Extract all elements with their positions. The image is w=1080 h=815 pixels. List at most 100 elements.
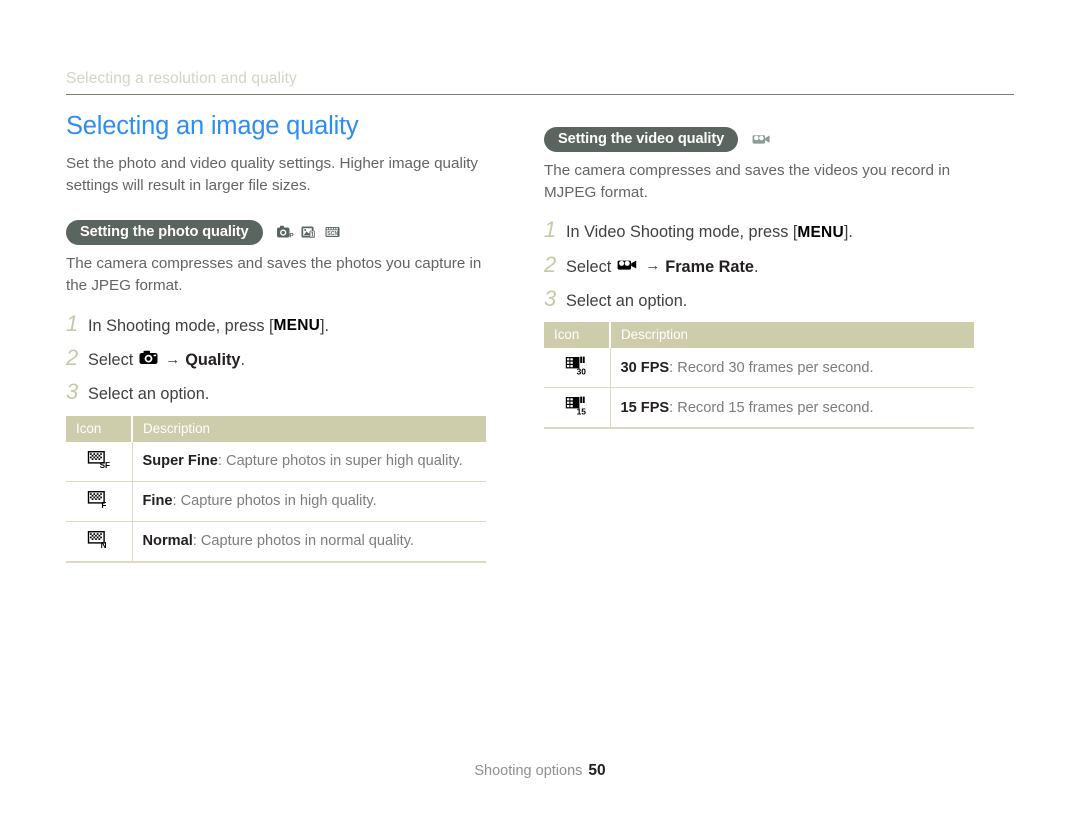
- photo-step-1: 1 In Shooting mode, press [MENU].: [66, 310, 486, 336]
- option-desc: : Capture photos in super high quality.: [217, 453, 463, 470]
- video-camera-icon: [617, 257, 638, 277]
- video-step-3: 3 Select an option.: [544, 285, 974, 311]
- step-number: 1: [66, 310, 79, 336]
- step-number: 3: [544, 285, 557, 311]
- photo-step-2: 2 Select → Quality.: [66, 344, 486, 370]
- step-text: Select → Frame Rate.: [566, 257, 758, 277]
- photo-super-fine-icon: SF: [66, 441, 133, 482]
- step-prefix: Select: [88, 350, 134, 369]
- table-row: 15 15 FPS: Record 15 frames per second.: [544, 387, 974, 430]
- option-desc: : Capture photos in normal quality.: [192, 533, 414, 550]
- photo-normal-icon: N: [66, 521, 133, 563]
- intro-paragraph: Set the photo and video quality settings…: [66, 155, 479, 194]
- video-step-2: 2 Select → Frame Rate.: [544, 251, 974, 277]
- step-text: Select an option.: [88, 384, 209, 404]
- page-title: Selecting an image quality: [66, 112, 359, 140]
- svg-text:SCN: SCN: [327, 231, 338, 237]
- breadcrumb-text: Selecting a resolution and quality: [66, 70, 297, 87]
- photo-mode-icons: P 1 SCN: [276, 225, 342, 240]
- breadcrumb: Selecting a resolution and quality: [66, 70, 1014, 95]
- table-cell-description: 15 FPS: Record 15 frames per second.: [610, 387, 974, 430]
- step-suffix: ].: [843, 223, 853, 242]
- option-term: 30 FPS: [620, 359, 670, 376]
- menu-key-label: MENU: [273, 317, 320, 335]
- menu-key-label: MENU: [797, 223, 844, 241]
- footer-section-label: Shooting options: [474, 763, 583, 779]
- svg-text:F: F: [101, 501, 106, 509]
- photo-quality-steps: 1 In Shooting mode, press [MENU]. 2 Sele…: [66, 310, 486, 405]
- step-suffix: .: [753, 257, 759, 276]
- arrow-glyph: →: [645, 257, 661, 275]
- video-quality-steps: 1 In Video Shooting mode, press [MENU]. …: [544, 219, 974, 311]
- photo-quality-table: Icon Description SF Super Fine: Capture …: [66, 415, 486, 563]
- table-header-row: Icon Description: [66, 415, 486, 442]
- step-prefix: Select an option.: [88, 385, 210, 404]
- step-prefix: In Shooting mode, press [: [88, 316, 274, 335]
- table-row: 30 30 FPS: Record 30 frames per second.: [544, 348, 974, 389]
- step-number: 2: [544, 251, 557, 277]
- breadcrumb-divider: [66, 94, 1014, 95]
- table-cell-description: 30 FPS: Record 30 frames per second.: [610, 348, 974, 389]
- film-30fps-icon: 30: [544, 348, 611, 389]
- table-cell-description: Normal: Capture photos in normal quality…: [132, 521, 486, 563]
- step-number: 3: [66, 379, 79, 405]
- table-header-description: Description: [610, 322, 974, 349]
- camera-icon: [139, 350, 158, 370]
- photo-quality-badge: Setting the photo quality: [66, 220, 263, 246]
- video-quality-table: Icon Description 30 30 FPS: Record 30 fr…: [544, 322, 974, 430]
- page-footer: Shooting options 50: [0, 762, 1080, 780]
- table-header-row: Icon Description: [544, 322, 974, 349]
- step-text: In Video Shooting mode, press [MENU].: [566, 222, 853, 242]
- option-desc: : Capture photos in high quality.: [172, 493, 377, 510]
- photo-fine-icon: F: [66, 481, 133, 522]
- table-header-description: Description: [132, 415, 486, 442]
- option-term: Fine: [142, 493, 173, 510]
- svg-text:P: P: [289, 233, 294, 240]
- left-column: Selecting an image quality Set the photo…: [0, 112, 500, 563]
- table-row: F Fine: Capture photos in high quality.: [66, 481, 486, 522]
- scene-mode-icon: SCN: [325, 225, 342, 240]
- video-step-1: 1 In Video Shooting mode, press [MENU].: [544, 219, 974, 242]
- svg-text:15: 15: [576, 407, 586, 416]
- photo-step-3: 3 Select an option.: [66, 381, 486, 404]
- step-text: Select an option.: [566, 291, 687, 311]
- table-cell-description: Fine: Capture photos in high quality.: [132, 481, 486, 522]
- svg-text:SF: SF: [99, 461, 109, 469]
- menu-item-quality: Quality: [185, 350, 241, 369]
- footer-page-number: 50: [588, 762, 606, 779]
- video-mode-icon: [752, 132, 770, 147]
- table-cell-description: Super Fine: Capture photos in super high…: [132, 441, 486, 482]
- video-mode-icons: [752, 132, 770, 147]
- option-desc: : Record 30 frames per second.: [669, 359, 874, 376]
- program-mode-icon: P: [276, 225, 294, 240]
- step-text: In Shooting mode, press [MENU].: [88, 316, 329, 336]
- film-15fps-icon: 15: [544, 387, 611, 430]
- step-number: 2: [66, 344, 79, 370]
- table-header-icon: Icon: [66, 415, 133, 442]
- step-text: Select → Quality.: [88, 350, 245, 370]
- option-desc: : Record 15 frames per second.: [669, 399, 874, 416]
- page-columns: Selecting an image quality Set the photo…: [0, 112, 1080, 563]
- step-suffix: ].: [319, 316, 330, 335]
- step-prefix: Select: [566, 257, 612, 276]
- svg-text:N: N: [100, 541, 106, 549]
- option-term: Normal: [142, 533, 193, 550]
- video-quality-section-header: Setting the video quality: [544, 127, 974, 152]
- photo-quality-body: The camera compresses and saves the phot…: [66, 255, 482, 295]
- right-column: Setting the video quality The camera com…: [500, 112, 1020, 563]
- table-row: N Normal: Capture photos in normal quali…: [66, 521, 486, 563]
- svg-text:30: 30: [576, 367, 586, 376]
- arrow-glyph: →: [165, 350, 181, 368]
- table-row: SF Super Fine: Capture photos in super h…: [66, 441, 486, 482]
- step-prefix: In Video Shooting mode, press [: [566, 223, 798, 242]
- table-header-icon: Icon: [544, 322, 611, 349]
- step-prefix: Select an option.: [566, 291, 688, 310]
- photo-quality-section-header: Setting the photo quality P 1 SCN: [66, 220, 486, 246]
- option-term: 15 FPS: [620, 399, 670, 416]
- step-suffix: .: [240, 350, 245, 369]
- step-number: 1: [544, 217, 557, 243]
- option-term: Super Fine: [142, 453, 218, 470]
- menu-item-frame-rate: Frame Rate: [665, 257, 754, 276]
- video-quality-badge: Setting the video quality: [544, 127, 739, 152]
- dual-is-mode-icon: 1: [301, 225, 318, 240]
